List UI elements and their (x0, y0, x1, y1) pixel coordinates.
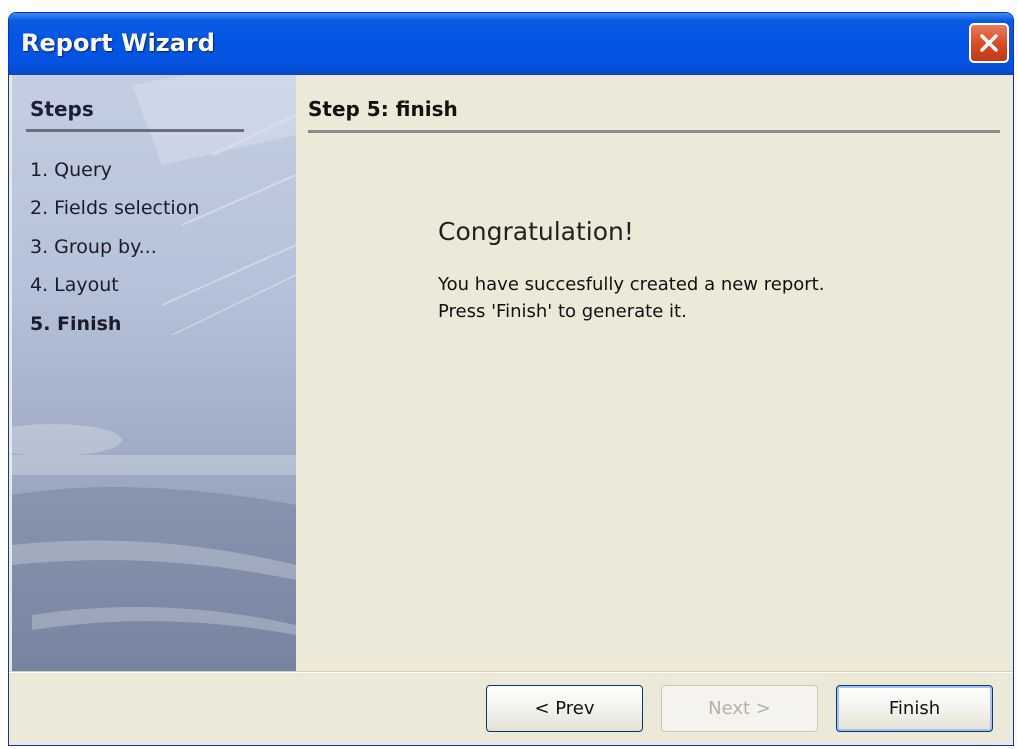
step-item-query: 1. Query (30, 159, 112, 181)
message-line: Press 'Finish' to generate it. (438, 301, 687, 322)
window-title: Report Wizard (21, 29, 215, 57)
title-bar[interactable]: Report Wizard (9, 13, 1013, 75)
step-item-layout: 4. Layout (30, 274, 119, 296)
steps-heading: Steps (30, 97, 94, 121)
report-wizard-window: Report Wizard Steps 1. Query 2. Fields s… (8, 12, 1014, 746)
close-button[interactable] (969, 23, 1009, 63)
footer-divider (9, 671, 1013, 673)
prev-button[interactable]: < Prev (486, 685, 643, 732)
step-heading-divider (308, 130, 1000, 133)
finish-button[interactable]: Finish (836, 685, 993, 732)
step-item-fields-selection: 2. Fields selection (30, 197, 200, 219)
step-item-finish: 5. Finish (30, 313, 122, 335)
step-content: Step 5: finish Congratulation! You have … (296, 75, 1012, 671)
congratulation-text: Congratulation! (438, 217, 634, 246)
message-line: You have succesfully created a new repor… (438, 274, 825, 295)
next-button[interactable]: Next > (661, 685, 818, 732)
steps-sidebar: Steps 1. Query 2. Fields selection 3. Gr… (12, 75, 296, 671)
step-item-group-by: 3. Group by... (30, 236, 157, 258)
step-heading: Step 5: finish (308, 97, 458, 121)
close-icon (980, 34, 998, 52)
steps-divider (26, 129, 244, 132)
